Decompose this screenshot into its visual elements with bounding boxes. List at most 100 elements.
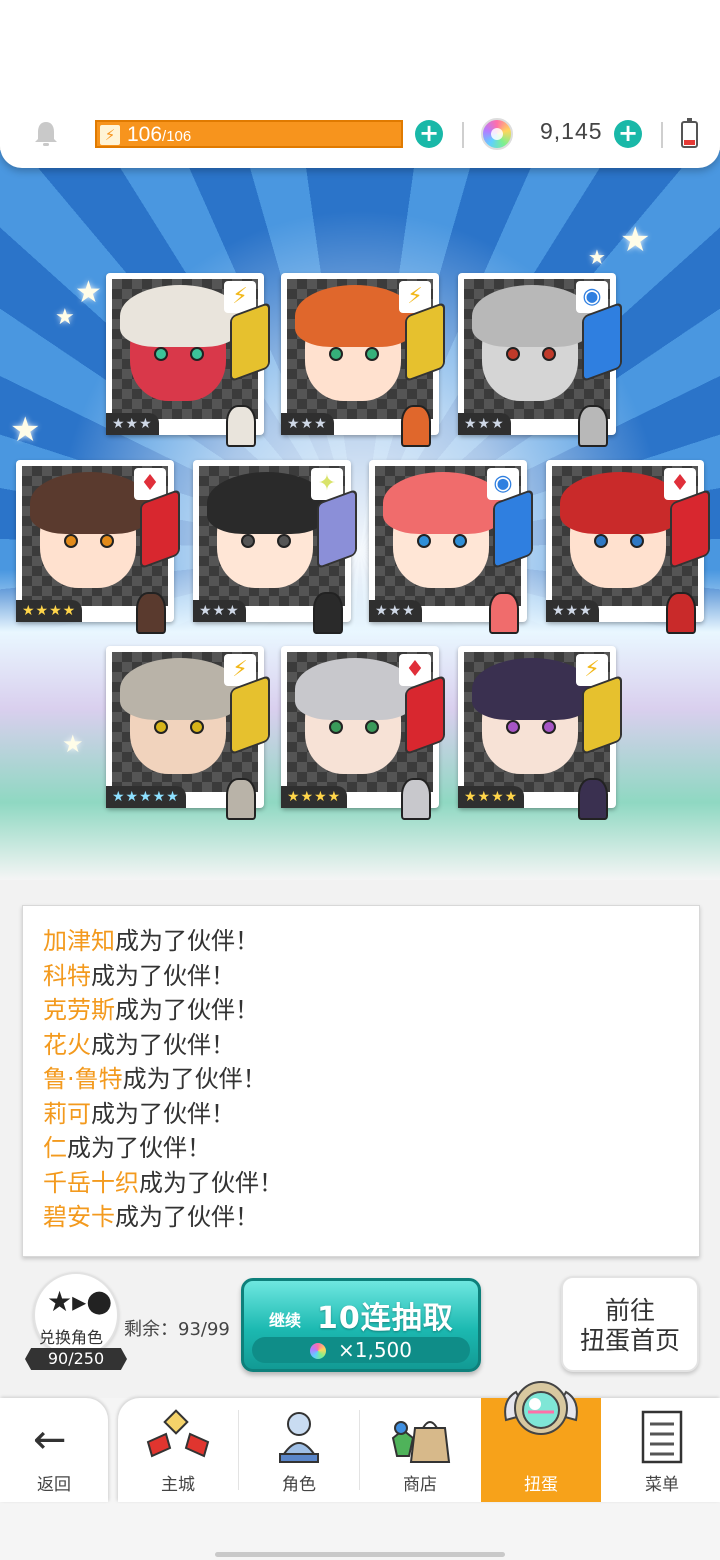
- rarity-stars: ★★★: [369, 600, 422, 622]
- rainbow-gem-icon: [481, 118, 513, 150]
- exchange-count: 90/250: [25, 1348, 127, 1370]
- character-name: 仁: [43, 1134, 67, 1162]
- remaining-count: 剩余：93/99: [124, 1319, 230, 1340]
- log-line: 加津知成为了伙伴！: [43, 924, 679, 959]
- character-eye: [453, 534, 467, 548]
- main-tabs: 主城 角色 商店 扭蛋 菜单: [118, 1381, 720, 1502]
- back-label: 返回: [37, 1475, 71, 1495]
- chibi-sprite: [401, 405, 431, 447]
- cost-value: ×1,500: [337, 1338, 412, 1362]
- shop-bag-icon: [391, 1421, 451, 1463]
- weapon-crystal-icon: [493, 488, 533, 570]
- character-hair: [295, 285, 415, 347]
- divider: [462, 122, 464, 148]
- continue-label: 继续: [269, 1311, 302, 1330]
- recruit-log-lines: 加津知成为了伙伴！ 科特成为了伙伴！ 克劳斯成为了伙伴！ 花火成为了伙伴！ 鲁·鲁特成为…: [43, 924, 679, 1235]
- character-eye: [64, 534, 78, 548]
- weapon-crystal-icon: [140, 488, 180, 570]
- character-card[interactable]: ♦ ★★★★: [281, 646, 445, 820]
- character-card[interactable]: ✦ ★★★: [193, 460, 357, 634]
- battery-icon: [681, 118, 698, 148]
- character-hair: [120, 285, 240, 347]
- character-icon: [279, 1412, 319, 1463]
- stamina-max: /106: [162, 128, 192, 145]
- tab-menu-label: 菜单: [645, 1475, 679, 1495]
- character-eye: [154, 347, 168, 361]
- log-suffix: 成为了伙伴！: [115, 927, 259, 955]
- ten-pull-cost: ×1,500: [252, 1337, 470, 1363]
- character-name: 加津知: [43, 927, 115, 955]
- add-gem-button[interactable]: +: [614, 120, 642, 148]
- weapon-crystal-icon: [582, 301, 622, 383]
- character-eye: [100, 534, 114, 548]
- chibi-sprite: [666, 592, 696, 634]
- tab-characters-label: 角色: [282, 1475, 316, 1495]
- stamina-bar: ⚡ 106/106: [95, 120, 403, 148]
- character-card[interactable]: ⚡ ★★★: [106, 273, 270, 447]
- character-hair: [383, 472, 503, 534]
- log-suffix: 成为了伙伴！: [91, 961, 235, 990]
- sparkle-star-icon: ★: [62, 730, 84, 758]
- character-eye: [506, 720, 520, 734]
- gacha-home-button[interactable]: 前往 扭蛋首页: [561, 1276, 699, 1372]
- star-to-person-icon: ★▸●: [47, 1284, 113, 1319]
- town-icon: [146, 1409, 210, 1458]
- character-name: 克劳斯: [43, 996, 115, 1024]
- character-eye: [190, 347, 204, 361]
- tab-shop-label: 商店: [403, 1475, 437, 1495]
- tab-town-label: 主城: [161, 1475, 195, 1495]
- tab-menu[interactable]: 菜单: [602, 1398, 720, 1502]
- tab-shop[interactable]: 商店: [360, 1398, 480, 1502]
- ten-pull-button[interactable]: 继续 10连抽取 ×1,500: [241, 1278, 481, 1372]
- gacha-home-line2: 扭蛋首页: [579, 1326, 680, 1355]
- rarity-stars: ★★★: [281, 413, 334, 435]
- character-card[interactable]: ♦ ★★★★: [16, 460, 180, 634]
- rarity-stars: ★★★: [106, 413, 159, 435]
- gem-count: 9,145: [540, 118, 603, 144]
- character-card[interactable]: ◉ ★★★: [458, 273, 622, 447]
- character-card[interactable]: ◉ ★★★: [369, 460, 533, 634]
- log-line: 碧安卡成为了伙伴！: [43, 1200, 679, 1235]
- character-name: 莉可: [43, 1099, 91, 1128]
- tab-town[interactable]: 主城: [118, 1398, 238, 1502]
- log-line: 科特成为了伙伴！: [43, 959, 679, 994]
- bell-icon[interactable]: [30, 118, 62, 150]
- character-card[interactable]: ⚡ ★★★★: [458, 646, 622, 820]
- character-hair: [120, 658, 240, 720]
- log-suffix: 成为了伙伴！: [139, 1168, 283, 1197]
- sparkle-star-icon: ★: [55, 305, 75, 330]
- chibi-sprite: [489, 592, 519, 634]
- home-indicator[interactable]: [215, 1552, 505, 1557]
- character-hair: [472, 285, 592, 347]
- character-hair: [560, 472, 680, 534]
- log-line: 克劳斯成为了伙伴！: [43, 993, 679, 1028]
- tab-gacha[interactable]: 扭蛋: [481, 1381, 601, 1502]
- sparkle-star-icon: ★: [75, 275, 102, 310]
- log-suffix: 成为了伙伴！: [91, 1030, 235, 1059]
- ten-pull-label: 10连抽取: [317, 1301, 454, 1336]
- character-hair: [207, 472, 327, 534]
- back-button[interactable]: ← 返回: [0, 1398, 108, 1502]
- exchange-character-button[interactable]: ★▸● 兑换角色 90/250: [25, 1272, 129, 1372]
- chibi-sprite: [401, 778, 431, 820]
- character-card[interactable]: ♦ ★★★: [546, 460, 710, 634]
- character-eye: [542, 720, 556, 734]
- character-name: 花火: [43, 1030, 91, 1059]
- lightning-icon: ⚡: [100, 125, 120, 145]
- add-stamina-button[interactable]: +: [415, 120, 443, 148]
- rarity-stars: ★★★: [546, 600, 599, 622]
- log-line: 千岳十织成为了伙伴！: [43, 1166, 679, 1201]
- rarity-stars: ★★★★: [281, 786, 348, 808]
- character-hair: [30, 472, 150, 534]
- character-card[interactable]: ⚡ ★★★★★: [106, 646, 270, 820]
- log-suffix: 成为了伙伴！: [115, 996, 259, 1024]
- tab-characters[interactable]: 角色: [239, 1398, 359, 1502]
- resource-bar: ⚡ 106/106 + 9,145 +: [0, 0, 720, 168]
- rainbow-gem-icon: [309, 1343, 326, 1359]
- gacha-result-banner: ★ ★ ★ ★ ★ ★ ⚡ ★★★ ⚡ ★★★ ◉ ★★★ ♦ ★★★★ ✦ ★★★ ◉ ★★★ ♦ ★★…: [0, 150, 720, 880]
- tab-gacha-label: 扭蛋: [524, 1475, 558, 1495]
- log-suffix: 成为了伙伴！: [115, 1203, 259, 1231]
- character-card[interactable]: ⚡ ★★★: [281, 273, 445, 447]
- sparkle-star-icon: ★: [588, 245, 606, 269]
- bottom-navigation: ← 返回 主城 角色 商店 扭蛋 菜单: [0, 1381, 720, 1560]
